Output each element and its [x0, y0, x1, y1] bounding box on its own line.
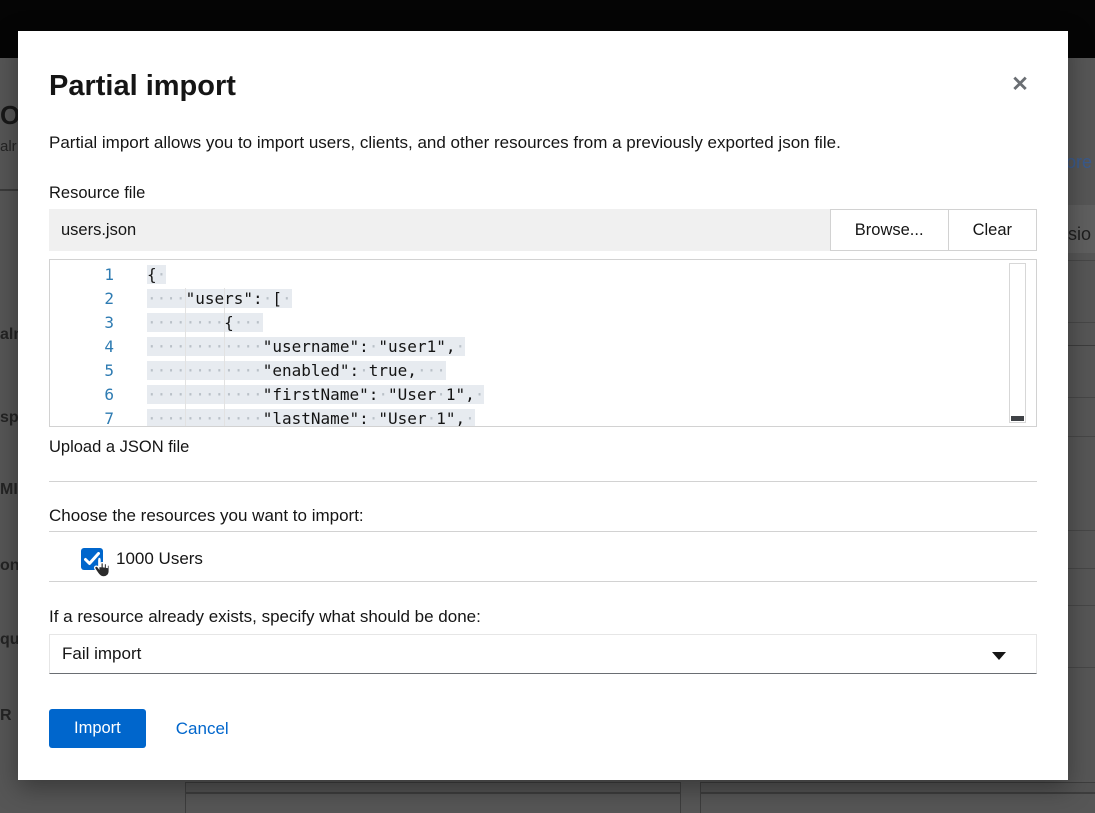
bg-text-fragment: sio: [1068, 224, 1091, 245]
bg-divider: [0, 189, 18, 191]
code-line: 2····"users":·[·: [50, 287, 1036, 311]
bg-card: [185, 782, 681, 813]
upload-helper-text: Upload a JSON file: [49, 438, 1037, 457]
file-buttons-group: Browse... Clear: [830, 209, 1037, 251]
filename-field[interactable]: users.json: [49, 209, 830, 251]
partial-import-modal: Partial import ✕ Partial import allows y…: [18, 31, 1068, 780]
json-code-editor[interactable]: 1{·2····"users":·[·3········{···4·······…: [49, 259, 1037, 427]
close-icon[interactable]: ✕: [1006, 71, 1034, 99]
modal-actions: Import Cancel: [49, 709, 1037, 748]
bg-text-fragment: MI: [0, 481, 18, 499]
bg-text-fragment: R: [0, 707, 12, 725]
cancel-button[interactable]: Cancel: [176, 719, 229, 739]
clear-button[interactable]: Clear: [948, 210, 1036, 250]
bg-row-line: [1068, 397, 1095, 398]
modal-title: Partial import: [49, 69, 1037, 103]
bg-row-line: [1068, 568, 1095, 569]
code-lines: 1{·2····"users":·[·3········{···4·······…: [50, 263, 1036, 427]
bg-row-line: [1068, 530, 1095, 531]
modal-description: Partial import allows you to import user…: [49, 132, 1037, 154]
bg-row-line: [1068, 667, 1095, 668]
choose-resources-label: Choose the resources you want to import:: [49, 506, 1037, 526]
selected-option: Fail import: [62, 644, 141, 664]
indent-guide: [224, 288, 225, 427]
bg-card: [700, 782, 1095, 813]
divider: [49, 581, 1037, 582]
conflict-policy-select[interactable]: Fail import: [49, 634, 1037, 674]
editor-scrollbar[interactable]: [1009, 263, 1026, 423]
code-line: 4············"username":·"user1",·: [50, 335, 1036, 359]
bg-row-line: [1068, 260, 1095, 261]
users-checkbox[interactable]: [81, 548, 103, 570]
bg-row-line: [1068, 345, 1095, 346]
bg-row-line: [1068, 322, 1095, 323]
divider: [49, 481, 1037, 482]
code-line: 6············"firstName":·"User·1",·: [50, 383, 1036, 407]
chevron-down-icon: [992, 652, 1006, 660]
bg-text-fragment: alr: [0, 138, 17, 155]
bg-text-fragment: qu: [0, 631, 20, 649]
conflict-policy-label: If a resource already exists, specify wh…: [49, 607, 1037, 627]
code-line: 5············"enabled":·true,···: [50, 359, 1036, 383]
bg-link-fragment: ore: [1066, 152, 1092, 173]
users-checkbox-label[interactable]: 1000 Users: [116, 549, 203, 569]
code-line: 7············"lastName":·"User·1",·: [50, 407, 1036, 427]
code-line: 1{·: [50, 263, 1036, 287]
users-checkbox-row: 1000 Users: [49, 544, 1037, 574]
resource-file-label: Resource file: [49, 182, 1037, 204]
import-button[interactable]: Import: [49, 709, 146, 748]
code-line: 3········{···: [50, 311, 1036, 335]
divider: [49, 531, 1037, 532]
indent-guide: [185, 288, 186, 427]
file-upload-row: users.json Browse... Clear: [49, 209, 1037, 251]
browse-button[interactable]: Browse...: [831, 210, 948, 250]
check-icon: [84, 552, 100, 566]
editor-scrollbar-thumb[interactable]: [1011, 416, 1024, 421]
bg-row-line: [1068, 605, 1095, 606]
bg-row-line: [1068, 436, 1095, 437]
